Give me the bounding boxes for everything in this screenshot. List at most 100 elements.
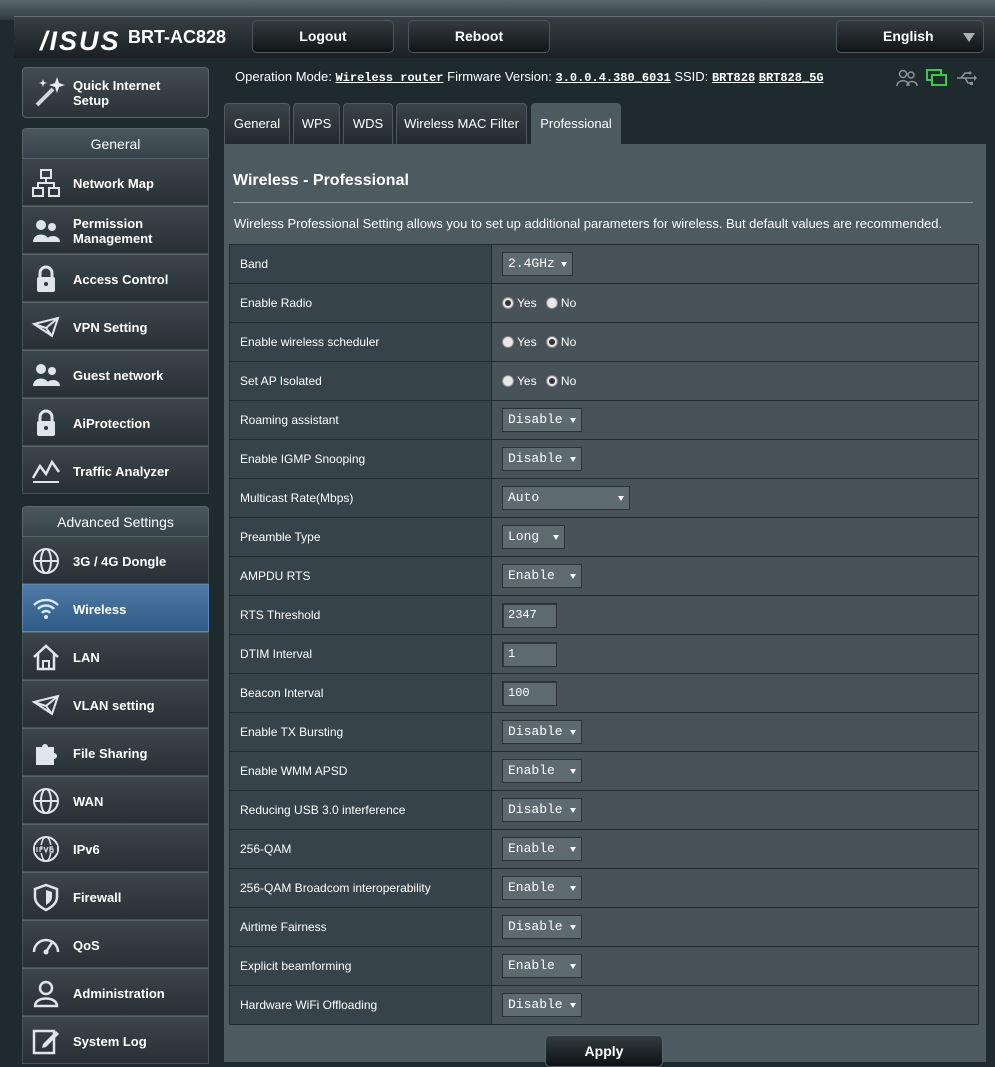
chevron-down-icon xyxy=(561,262,567,267)
select-value: Enable xyxy=(508,958,555,973)
table-row: Beacon Interval 100 xyxy=(229,673,979,713)
multicast-rate-select[interactable]: Auto xyxy=(502,486,630,510)
chevron-down-icon xyxy=(570,418,576,423)
tab-general[interactable]: General xyxy=(224,103,290,144)
operation-mode-label: Operation Mode: xyxy=(235,69,332,84)
tab-wps[interactable]: WPS xyxy=(293,103,340,144)
sidebar-item-vpn-setting[interactable]: VPN Setting xyxy=(22,302,209,350)
sidebar-item-network-map[interactable]: Network Map xyxy=(22,158,209,206)
guest-users-icon xyxy=(33,364,60,386)
radio-label: Yes xyxy=(517,296,537,311)
sidebar-item-file-sharing[interactable]: File Sharing xyxy=(22,728,209,776)
sidebar-item-qos[interactable]: QoS xyxy=(22,920,209,968)
ssid-2g-link[interactable]: BRT828 xyxy=(712,71,755,85)
roaming-assistant-select[interactable]: Disable xyxy=(502,408,582,432)
reboot-button[interactable]: Reboot xyxy=(408,20,550,53)
table-row: Enable Radio Yes No xyxy=(229,283,979,323)
hw-wifi-offloading-select[interactable]: Disable xyxy=(502,993,582,1017)
table-row: Airtime Fairness Disable xyxy=(229,907,979,947)
field-label: Beacon Interval xyxy=(229,673,492,713)
quick-internet-setup-button[interactable]: Quick Internet Setup xyxy=(22,67,209,118)
field-label: Explicit beamforming xyxy=(229,946,492,986)
airtime-fairness-select[interactable]: Disable xyxy=(502,915,582,939)
sidebar-item-label: VLAN setting xyxy=(73,697,155,713)
radio-label: Yes xyxy=(517,335,537,350)
sidebar-item-wireless[interactable]: Wireless xyxy=(22,584,209,632)
beacon-interval-input[interactable]: 100 xyxy=(502,680,557,706)
enable-radio-yes-radio[interactable] xyxy=(502,297,514,310)
wmm-apsd-select[interactable]: Enable xyxy=(502,759,582,783)
sidebar-item-firewall[interactable]: Firewall xyxy=(22,872,209,920)
igmp-snooping-select[interactable]: Disable xyxy=(502,447,582,471)
vpn-icon xyxy=(31,694,60,716)
sidebar-item-vlan-setting[interactable]: VLAN setting xyxy=(22,680,209,728)
sidebar-item-3g-4g-dongle[interactable]: 3G / 4G Dongle xyxy=(22,536,209,584)
lock-shield-icon xyxy=(37,409,55,436)
ap-isolated-no-radio[interactable] xyxy=(545,375,558,388)
sidebar-item-label: Access Control xyxy=(73,271,169,287)
clients-icon[interactable] xyxy=(896,68,918,88)
network-map-icon xyxy=(32,169,60,197)
chevron-down-icon xyxy=(570,964,576,969)
router-model: BRT-AC828 xyxy=(128,27,227,47)
field-label: Reducing USB 3.0 interference xyxy=(229,790,492,830)
sidebar-item-administration[interactable]: Administration xyxy=(22,968,209,1016)
tab-wds[interactable]: WDS xyxy=(343,103,393,144)
sidebar-item-guest-network[interactable]: Guest network xyxy=(22,350,209,398)
logout-button[interactable]: Logout xyxy=(252,20,394,53)
sidebar-item-lan[interactable]: LAN xyxy=(22,632,209,680)
dtim-interval-input[interactable]: 1 xyxy=(502,641,557,667)
wifi-icon xyxy=(33,598,59,619)
ampdu-rts-select[interactable]: Enable xyxy=(502,564,582,588)
explicit-beamforming-select[interactable]: Enable xyxy=(502,954,582,978)
ssid-5g-link[interactable]: BRT828_5G xyxy=(759,71,824,85)
preamble-type-select[interactable]: Long xyxy=(502,525,565,549)
select-value: Disable xyxy=(508,724,563,739)
table-row: AMPDU RTS Enable xyxy=(229,556,979,596)
table-row: Enable IGMP Snooping Disable xyxy=(229,439,979,479)
vpn-icon xyxy=(31,316,60,338)
title-divider xyxy=(233,202,973,203)
chevron-down-icon xyxy=(570,847,576,852)
enable-radio-no-radio[interactable] xyxy=(545,297,558,310)
sidebar-item-wan[interactable]: WAN xyxy=(22,776,209,824)
radio-label: No xyxy=(560,374,577,389)
table-row: RTS Threshold 2347 xyxy=(229,595,979,635)
sidebar-item-traffic-analyzer[interactable]: Traffic Analyzer xyxy=(22,446,209,494)
table-row: Enable WMM APSD Enable xyxy=(229,751,979,791)
band-select[interactable]: 2.4GHz xyxy=(502,252,573,276)
qam256-select[interactable]: Enable xyxy=(502,837,582,861)
qam256-broadcom-select[interactable]: Enable xyxy=(502,876,582,900)
operation-mode-link[interactable]: Wireless router xyxy=(335,71,443,85)
sidebar-item-system-log[interactable]: System Log xyxy=(22,1016,209,1064)
scheduler-no-radio[interactable] xyxy=(545,336,558,349)
globe-icon xyxy=(33,548,59,574)
field-label: Enable IGMP Snooping xyxy=(229,439,492,479)
firmware-version-link[interactable]: 3.0.0.4.380_6031 xyxy=(556,71,671,85)
tab-professional[interactable]: Professional xyxy=(531,103,621,144)
sidebar-item-aiprotection[interactable]: AiProtection xyxy=(22,398,209,446)
tab-wireless-mac-filter[interactable]: Wireless MAC Filter xyxy=(396,103,527,144)
rts-threshold-input[interactable]: 2347 xyxy=(502,602,557,628)
sidebar-item-permission-management[interactable]: Permission Management xyxy=(22,206,209,254)
sidebar-item-access-control[interactable]: Access Control xyxy=(22,254,209,302)
speedometer-icon xyxy=(32,938,60,955)
usb3-interference-select[interactable]: Disable xyxy=(502,798,582,822)
field-label: Hardware WiFi Offloading xyxy=(229,985,492,1025)
sidebar-item-label: WAN xyxy=(73,793,104,809)
field-label: DTIM Interval xyxy=(229,634,492,674)
sidebar-item-ipv6[interactable]: IPv6 xyxy=(22,824,209,872)
tx-bursting-select[interactable]: Disable xyxy=(502,720,582,744)
advanced-menu: 3G / 4G Dongle Wireless LAN VLAN setting… xyxy=(22,536,209,1064)
home-icon xyxy=(33,644,59,671)
table-row: DTIM Interval 1 xyxy=(229,634,979,674)
usb-icon[interactable] xyxy=(956,70,978,86)
table-row: Reducing USB 3.0 interference Disable xyxy=(229,790,979,830)
status-icons xyxy=(896,68,986,88)
chevron-down-icon xyxy=(963,33,975,42)
language-select[interactable]: English xyxy=(836,20,984,53)
apply-button[interactable]: Apply xyxy=(545,1035,663,1067)
ap-isolated-yes-radio[interactable] xyxy=(502,375,514,388)
internet-status-icon[interactable] xyxy=(926,68,948,88)
scheduler-yes-radio[interactable] xyxy=(502,336,514,349)
